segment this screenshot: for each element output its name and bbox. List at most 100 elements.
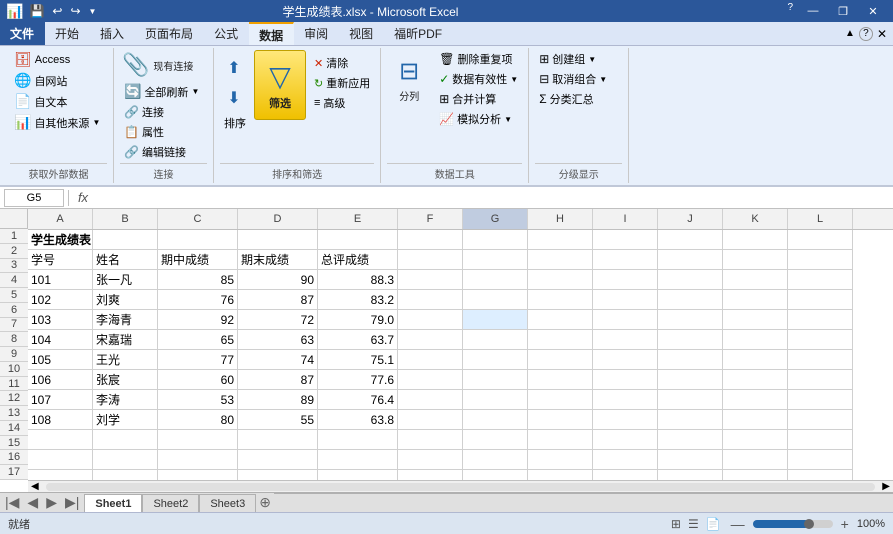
cell-A8[interactable]: 106: [28, 370, 93, 390]
ribbon-minimize-icon[interactable]: ▲: [845, 28, 855, 39]
cell-H9[interactable]: [528, 390, 593, 410]
cell-E3[interactable]: 88.3: [318, 270, 398, 290]
btn-sort-az[interactable]: ⬆: [220, 54, 248, 82]
btn-sort[interactable]: 排序: [220, 114, 250, 132]
cell-B1[interactable]: [93, 230, 158, 250]
col-B[interactable]: B: [93, 209, 158, 229]
cell-H11[interactable]: [528, 430, 593, 450]
col-C[interactable]: C: [158, 209, 238, 229]
btn-validate[interactable]: ✓ 数据有效性 ▼: [435, 70, 522, 88]
cell-E12[interactable]: [318, 450, 398, 470]
btn-ungroup[interactable]: ⊟ 取消组合 ▼: [535, 70, 611, 88]
cell-F10[interactable]: [398, 410, 463, 430]
cell-G7[interactable]: [463, 350, 528, 370]
cell-C12[interactable]: [158, 450, 238, 470]
cell-E10[interactable]: 63.8: [318, 410, 398, 430]
cell-I7[interactable]: [593, 350, 658, 370]
tab-pagelayout[interactable]: 页面布局: [135, 22, 204, 45]
btn-subtotal[interactable]: Σ 分类汇总: [535, 90, 597, 108]
cell-D4[interactable]: 87: [238, 290, 318, 310]
btn-reapply[interactable]: ↻ 重新应用: [310, 74, 374, 92]
cell-I10[interactable]: [593, 410, 658, 430]
cell-G6[interactable]: [463, 330, 528, 350]
cell-K5[interactable]: [723, 310, 788, 330]
cell-B9[interactable]: 李涛: [93, 390, 158, 410]
col-E[interactable]: E: [318, 209, 398, 229]
col-L[interactable]: L: [788, 209, 853, 229]
btn-editlinks[interactable]: 🔗 编辑链接: [120, 143, 190, 161]
cell-D3[interactable]: 90: [238, 270, 318, 290]
btn-merge[interactable]: ⊞ 合并计算: [435, 90, 522, 108]
cell-G10[interactable]: [463, 410, 528, 430]
cell-J4[interactable]: [658, 290, 723, 310]
cell-A2[interactable]: 学号: [28, 250, 93, 270]
ribbon-close-icon[interactable]: ✕: [877, 27, 887, 41]
cell-A1[interactable]: 学生成绩表: [28, 230, 93, 250]
cell-C3[interactable]: 85: [158, 270, 238, 290]
cell-C9[interactable]: 53: [158, 390, 238, 410]
btn-other[interactable]: 📊 自其他来源 ▼: [10, 113, 107, 132]
sheet-tab-2[interactable]: Sheet2: [142, 494, 199, 512]
btn-text[interactable]: 📄 自文本: [10, 92, 107, 111]
cell-J11[interactable]: [658, 430, 723, 450]
scroll-right-btn[interactable]: ▶: [879, 481, 893, 492]
cell-F4[interactable]: [398, 290, 463, 310]
cell-H5[interactable]: [528, 310, 593, 330]
cell-K3[interactable]: [723, 270, 788, 290]
btn-refreshall[interactable]: 🔄 全部刷新 ▼: [120, 82, 207, 101]
col-A[interactable]: A: [28, 209, 93, 229]
cell-F5[interactable]: [398, 310, 463, 330]
cell-L4[interactable]: [788, 290, 853, 310]
cell-H13[interactable]: [528, 470, 593, 480]
col-K[interactable]: K: [723, 209, 788, 229]
cell-J7[interactable]: [658, 350, 723, 370]
cell-E2[interactable]: 总评成绩: [318, 250, 398, 270]
cell-H1[interactable]: [528, 230, 593, 250]
col-F[interactable]: F: [398, 209, 463, 229]
cell-K6[interactable]: [723, 330, 788, 350]
btn-removedup[interactable]: 🗑 删除重复项: [435, 50, 522, 68]
cell-I6[interactable]: [593, 330, 658, 350]
cell-F2[interactable]: [398, 250, 463, 270]
cell-F13[interactable]: [398, 470, 463, 480]
tab-start[interactable]: 开始: [45, 22, 90, 45]
cell-A9[interactable]: 107: [28, 390, 93, 410]
cell-A5[interactable]: 103: [28, 310, 93, 330]
sheet-tab-3[interactable]: Sheet3: [199, 494, 256, 512]
cell-K2[interactable]: [723, 250, 788, 270]
cell-G13[interactable]: [463, 470, 528, 480]
cell-G9[interactable]: [463, 390, 528, 410]
cell-G12[interactable]: [463, 450, 528, 470]
cell-F8[interactable]: [398, 370, 463, 390]
btn-sort-za[interactable]: ⬇: [220, 84, 248, 112]
cell-L12[interactable]: [788, 450, 853, 470]
cell-K9[interactable]: [723, 390, 788, 410]
cell-D13[interactable]: [238, 470, 318, 480]
qa-undo[interactable]: ↩: [50, 4, 64, 18]
h-scrollbar[interactable]: ◀ ▶: [28, 480, 893, 492]
cell-F11[interactable]: [398, 430, 463, 450]
cell-F12[interactable]: [398, 450, 463, 470]
cell-D7[interactable]: 74: [238, 350, 318, 370]
view-normal-btn[interactable]: ⊞: [669, 517, 683, 531]
qa-redo[interactable]: ↪: [68, 4, 82, 18]
cell-I9[interactable]: [593, 390, 658, 410]
cell-B11[interactable]: [93, 430, 158, 450]
cell-B3[interactable]: 张一凡: [93, 270, 158, 290]
sheet-tab-1[interactable]: Sheet1: [84, 494, 142, 512]
cell-D9[interactable]: 89: [238, 390, 318, 410]
cell-B5[interactable]: 李海青: [93, 310, 158, 330]
btn-access[interactable]: 🗄 Access: [10, 50, 107, 69]
cell-E5[interactable]: 79.0: [318, 310, 398, 330]
btn-existconn[interactable]: 📎 现有连接: [120, 50, 207, 80]
cell-E9[interactable]: 76.4: [318, 390, 398, 410]
cell-B6[interactable]: 宋嘉瑞: [93, 330, 158, 350]
cell-E7[interactable]: 75.1: [318, 350, 398, 370]
cell-E6[interactable]: 63.7: [318, 330, 398, 350]
cell-I11[interactable]: [593, 430, 658, 450]
qa-save[interactable]: 💾: [27, 4, 46, 18]
cell-A10[interactable]: 108: [28, 410, 93, 430]
cell-E11[interactable]: [318, 430, 398, 450]
cell-D2[interactable]: 期末成绩: [238, 250, 318, 270]
cell-G5[interactable]: [463, 310, 528, 330]
